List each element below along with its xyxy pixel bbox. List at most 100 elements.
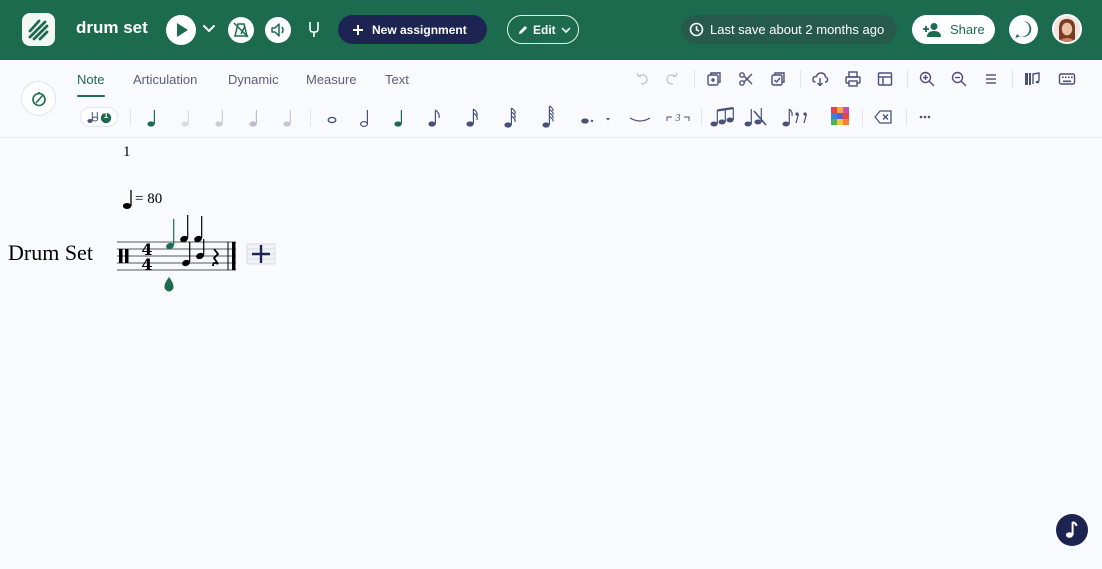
- delete-icon[interactable]: [874, 108, 894, 126]
- help-icon: ?: [1015, 21, 1032, 38]
- editor-toolbar: Note Articulation Dynamic Measure Text 1…: [0, 60, 1102, 138]
- note-input-cursor-icon[interactable]: [164, 277, 174, 292]
- layout-icon[interactable]: [876, 70, 894, 88]
- more-options-icon[interactable]: [917, 108, 935, 126]
- speaker-icon: [271, 23, 284, 37]
- quarter-note-icon[interactable]: [392, 107, 408, 129]
- svg-text:?: ?: [1020, 24, 1027, 36]
- app-logo[interactable]: [22, 13, 55, 46]
- instruments-icon[interactable]: [1023, 70, 1041, 88]
- print-icon[interactable]: [844, 70, 862, 88]
- toolbar-divider: [1012, 70, 1013, 88]
- new-assignment-label: New assignment: [372, 22, 467, 37]
- toolbar-divider: [907, 70, 908, 88]
- toolbar-divider: [130, 108, 131, 126]
- zoom-out-icon[interactable]: [950, 70, 968, 88]
- tab-text[interactable]: Text: [385, 72, 409, 87]
- zoom-in-icon[interactable]: [918, 70, 936, 88]
- voice-3-note-icon[interactable]: [213, 107, 229, 129]
- last-save-text: Last save about 2 months ago: [710, 22, 885, 37]
- toolbar-divider: [694, 70, 695, 88]
- toolbar-divider: [310, 108, 311, 126]
- add-person-icon: [923, 23, 941, 37]
- play-button[interactable]: [166, 15, 196, 45]
- plus-icon: [353, 24, 363, 35]
- last-save-status[interactable]: Last save about 2 months ago: [681, 15, 897, 44]
- quarter-rest: [212, 248, 220, 267]
- voice-selector[interactable]: [80, 107, 118, 127]
- chevron-down-icon: [561, 27, 570, 33]
- tuning-fork-icon: [309, 22, 319, 37]
- tuplet-icon[interactable]: 3: [664, 109, 692, 127]
- toolbar-divider: [906, 108, 907, 126]
- user-avatar[interactable]: [1052, 14, 1082, 44]
- tom-note-2[interactable]: [193, 216, 203, 243]
- toolbar-toggle-button[interactable]: [21, 81, 56, 116]
- new-assignment-button[interactable]: New assignment: [338, 15, 487, 44]
- sixteenth-note-icon[interactable]: [464, 107, 480, 129]
- tab-note[interactable]: Note: [77, 72, 104, 87]
- slashed-circle-icon: [32, 92, 46, 107]
- thirty-second-note-icon[interactable]: [502, 107, 518, 129]
- voice-5-note-icon[interactable]: [281, 107, 297, 129]
- sixty-fourth-note-icon[interactable]: [540, 105, 556, 129]
- scissors-icon[interactable]: [737, 70, 755, 88]
- tom-note[interactable]: [179, 215, 189, 243]
- keyboard-icon[interactable]: [1058, 70, 1076, 88]
- color-palette-icon[interactable]: [831, 107, 849, 125]
- dotted-note-dropdown-icon[interactable]: [578, 109, 614, 129]
- music-fab-button[interactable]: [1056, 514, 1088, 546]
- voice-2-note-icon[interactable]: [179, 107, 195, 129]
- time-signature-bottom: 4: [141, 255, 152, 274]
- instrument-name[interactable]: Drum Set: [8, 240, 93, 266]
- drum-staff[interactable]: 4 4: [110, 205, 285, 300]
- copy-icon[interactable]: [705, 70, 723, 88]
- edit-label: Edit: [533, 22, 556, 37]
- clock-icon: [689, 22, 704, 37]
- top-bar: drum set New assignment Edit Last save a…: [0, 0, 1102, 60]
- bass-drum-note[interactable]: [181, 242, 191, 267]
- cloud-download-icon[interactable]: [811, 70, 829, 88]
- tab-articulation[interactable]: Articulation: [133, 72, 197, 87]
- avatar-image: [1054, 16, 1080, 42]
- tuning-button[interactable]: [303, 18, 325, 40]
- voice-1-note-icon[interactable]: [145, 107, 161, 129]
- voice-number-badge: 1: [103, 111, 109, 120]
- document-title[interactable]: drum set: [76, 18, 148, 38]
- pencil-icon: [519, 25, 527, 34]
- toolbar-divider: [800, 70, 801, 88]
- playback-dropdown[interactable]: [200, 20, 218, 38]
- tab-dynamic[interactable]: Dynamic: [228, 72, 279, 87]
- voice-4-note-icon[interactable]: [247, 107, 263, 129]
- note-rests-icon[interactable]: [781, 105, 813, 129]
- half-note-icon[interactable]: [358, 107, 374, 129]
- metronome-button[interactable]: [228, 17, 254, 43]
- add-measure-button[interactable]: [246, 243, 276, 265]
- staff-lines: [117, 241, 236, 271]
- eighth-note-icon[interactable]: [426, 107, 442, 129]
- snare-note[interactable]: [165, 219, 175, 250]
- music-note-icon: [1065, 521, 1078, 538]
- menu-icon[interactable]: [982, 70, 1000, 88]
- tab-measure[interactable]: Measure: [306, 72, 357, 87]
- active-tab-indicator: [77, 95, 105, 97]
- logo-icon: [28, 19, 49, 41]
- share-label: Share: [950, 22, 985, 37]
- chevron-down-icon: [203, 25, 215, 33]
- final-barline-thick: [232, 242, 236, 270]
- unbeam-notes-icon[interactable]: [743, 105, 769, 129]
- tie-icon[interactable]: [627, 110, 653, 126]
- whole-note-icon[interactable]: [324, 107, 340, 129]
- toolbar-divider: [862, 108, 863, 126]
- measure-number: 1: [123, 144, 131, 160]
- help-button[interactable]: ?: [1009, 15, 1038, 44]
- undo-icon[interactable]: [633, 70, 651, 88]
- beam-notes-icon[interactable]: [709, 105, 735, 129]
- sound-button[interactable]: [265, 17, 291, 43]
- edit-button[interactable]: Edit: [507, 15, 579, 44]
- redo-icon[interactable]: [663, 70, 681, 88]
- svg-text:3: 3: [675, 113, 681, 124]
- paste-icon[interactable]: [769, 70, 787, 88]
- play-icon: [177, 23, 188, 37]
- share-button[interactable]: Share: [912, 15, 995, 44]
